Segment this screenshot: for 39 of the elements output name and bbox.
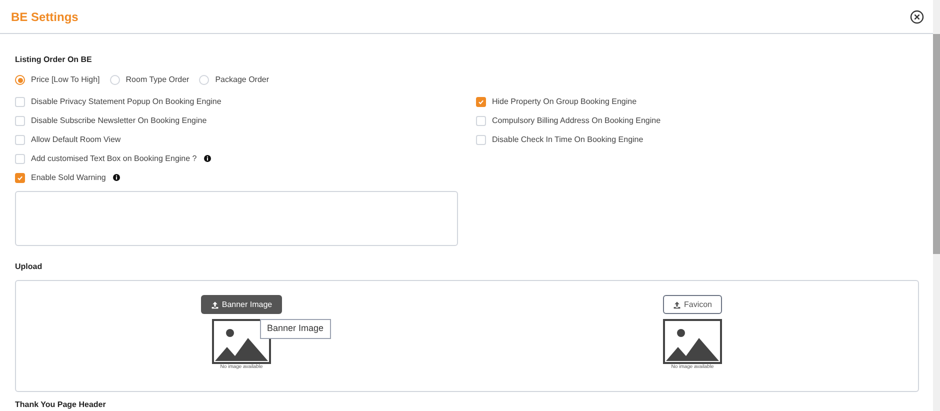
upload-button[interactable]: Banner Image — [200, 295, 282, 314]
checkbox-label: Enable Sold Warning — [31, 172, 106, 184]
radio-button[interactable] — [15, 75, 25, 85]
info-icon[interactable] — [204, 155, 211, 162]
checkbox-label: Disable Check In Time On Booking Engine — [492, 134, 644, 146]
checkbox[interactable] — [476, 96, 486, 106]
checkbox[interactable] — [15, 154, 25, 164]
checkbox[interactable] — [476, 134, 486, 144]
section-label: Listing Order On BE — [15, 55, 93, 65]
checkbox[interactable] — [476, 116, 486, 126]
section-label: Thank You Page Header — [15, 400, 107, 410]
info-icon[interactable] — [112, 174, 120, 181]
checkbox-label: Hide Property On Group Booking Engine — [492, 96, 637, 108]
checkbox-label: Allow Default Room View — [31, 134, 121, 146]
close-icon[interactable] — [910, 10, 924, 24]
checkbox[interactable] — [15, 96, 25, 106]
image-placeholder-icon — [663, 319, 722, 364]
checkbox-label: Compulsory Billing Address On Booking Engine — [492, 114, 661, 126]
radio-button[interactable] — [199, 75, 210, 85]
checkbox-label: Disable Privacy Statement Popup On Booking Engine — [31, 96, 222, 108]
radio-label: Price [Low To High] — [31, 74, 100, 86]
scrollbar[interactable] — [933, 0, 940, 411]
check-icon — [16, 174, 24, 182]
text-area[interactable] — [15, 191, 458, 246]
upload-icon — [210, 300, 219, 308]
radio-label: Room Type Order — [126, 74, 190, 86]
check-icon — [477, 98, 485, 106]
checkbox-label: Disable Subscribe Newsletter On Booking Engine — [31, 114, 207, 126]
radio-label: Package Order — [215, 74, 270, 86]
tooltip: Banner Image — [260, 319, 331, 339]
upload-button[interactable]: Favicon — [662, 295, 722, 314]
checkbox[interactable] — [15, 134, 25, 144]
section-label: Upload — [15, 262, 44, 272]
checkbox-label: Add customised Text Box on Booking Engine ? — [31, 152, 197, 164]
checkbox[interactable] — [15, 116, 25, 126]
upload-icon — [672, 300, 681, 308]
dialog-title: BE Settings — [11, 8, 78, 26]
radio-button[interactable] — [110, 75, 120, 85]
checkbox[interactable] — [15, 172, 25, 182]
